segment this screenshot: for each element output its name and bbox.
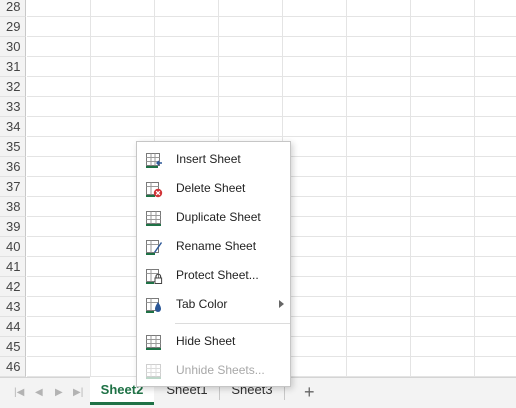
row-header[interactable]: 43 <box>0 297 26 317</box>
row-header[interactable]: 35 <box>0 137 26 157</box>
menu-item-label: Rename Sheet <box>176 239 257 253</box>
protect-sheet-icon <box>146 269 163 284</box>
cell-row[interactable] <box>27 117 516 137</box>
row-header[interactable]: 31 <box>0 57 26 77</box>
menu-item-label: Insert Sheet <box>176 152 241 166</box>
hide-sheet-icon <box>146 335 161 350</box>
row-header[interactable]: 29 <box>0 17 26 37</box>
cell-row[interactable] <box>27 37 516 57</box>
grid-row: 30 <box>0 37 516 57</box>
menu-item-protect-sheet[interactable]: Protect Sheet... <box>137 261 290 290</box>
row-header[interactable]: 44 <box>0 317 26 337</box>
grid-row: 32 <box>0 77 516 97</box>
row-header[interactable]: 39 <box>0 217 26 237</box>
menu-item-insert-sheet[interactable]: Insert Sheet <box>137 145 290 174</box>
submenu-arrow-icon <box>279 300 284 308</box>
cell-row[interactable] <box>27 77 516 97</box>
row-header[interactable]: 32 <box>0 77 26 97</box>
cell-row[interactable] <box>27 57 516 77</box>
sheet-context-menu: Insert Sheet Delete Sheet Duplicate Shee… <box>136 141 291 387</box>
menu-item-label: Unhide Sheets... <box>176 363 265 377</box>
menu-divider <box>175 323 290 324</box>
menu-item-rename-sheet[interactable]: Rename Sheet <box>137 232 290 261</box>
grid-row: 33 <box>0 97 516 117</box>
tab-color-icon <box>146 298 161 313</box>
next-sheet-icon[interactable]: ▶ <box>55 387 63 399</box>
menu-item-unhide-sheets: Unhide Sheets... <box>137 356 290 385</box>
menu-item-label: Duplicate Sheet <box>176 210 261 224</box>
column-gridline <box>410 0 411 377</box>
row-header[interactable]: 37 <box>0 177 26 197</box>
menu-item-tab-color[interactable]: Tab Color <box>137 290 290 319</box>
row-header[interactable]: 34 <box>0 117 26 137</box>
column-gridline <box>90 0 91 377</box>
menu-item-hide-sheet[interactable]: Hide Sheet <box>137 327 290 356</box>
menu-item-duplicate-sheet[interactable]: Duplicate Sheet <box>137 203 290 232</box>
row-header[interactable]: 36 <box>0 157 26 177</box>
menu-item-delete-sheet[interactable]: Delete Sheet <box>137 174 290 203</box>
row-header[interactable]: 46 <box>0 357 26 377</box>
rename-sheet-icon <box>146 240 162 255</box>
delete-sheet-icon <box>146 182 163 198</box>
prev-sheet-icon[interactable]: ◀ <box>35 387 43 399</box>
row-header[interactable]: 42 <box>0 277 26 297</box>
insert-sheet-icon <box>146 153 162 168</box>
menu-item-label: Protect Sheet... <box>176 268 259 282</box>
menu-item-label: Hide Sheet <box>176 334 236 348</box>
add-sheet-icon[interactable]: + <box>304 381 315 403</box>
column-gridline <box>474 0 475 377</box>
row-header[interactable]: 40 <box>0 237 26 257</box>
menu-item-label: Delete Sheet <box>176 181 246 195</box>
cell-row[interactable] <box>27 97 516 117</box>
cell-row[interactable] <box>27 0 516 17</box>
duplicate-sheet-icon <box>146 211 161 226</box>
row-header[interactable]: 45 <box>0 337 26 357</box>
row-header[interactable]: 41 <box>0 257 26 277</box>
row-header[interactable]: 28 <box>0 0 26 17</box>
grid-row: 34 <box>0 117 516 137</box>
grid-row: 28 <box>0 0 516 17</box>
menu-item-label: Tab Color <box>176 297 228 311</box>
row-header[interactable]: 33 <box>0 97 26 117</box>
cell-row[interactable] <box>27 17 516 37</box>
grid-row: 29 <box>0 17 516 37</box>
grid-row: 31 <box>0 57 516 77</box>
row-header[interactable]: 30 <box>0 37 26 57</box>
first-sheet-icon[interactable]: |◀ <box>14 387 24 399</box>
row-header[interactable]: 38 <box>0 197 26 217</box>
column-gridline <box>346 0 347 377</box>
last-sheet-icon[interactable]: ▶| <box>73 387 83 399</box>
unhide-sheets-icon <box>146 364 161 379</box>
